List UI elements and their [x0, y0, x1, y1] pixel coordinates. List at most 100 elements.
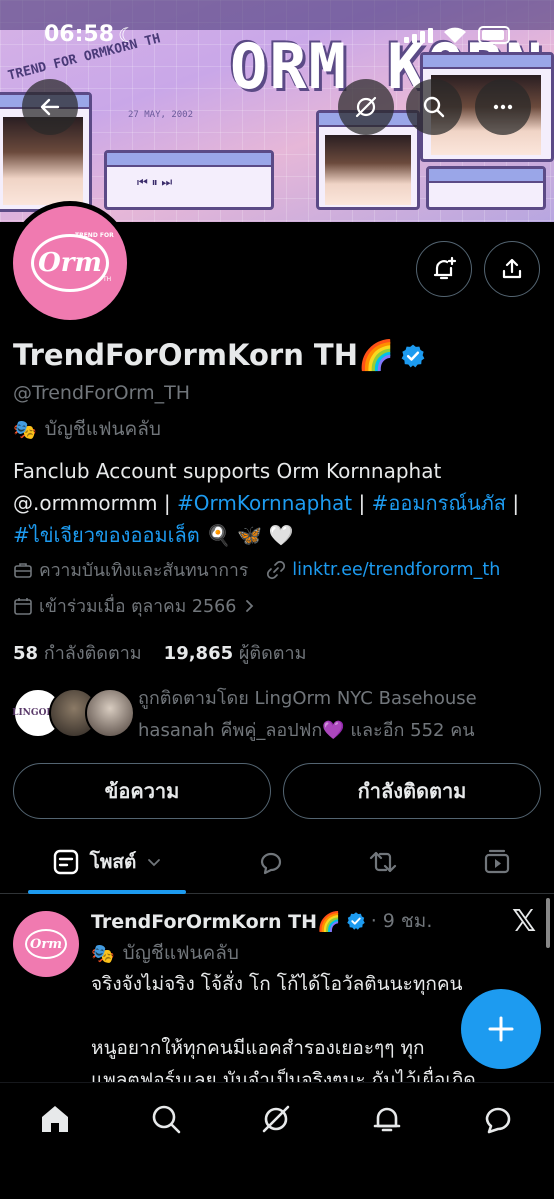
post-affiliation[interactable]: 🎭 บัญชีแฟนคลับ: [91, 938, 239, 968]
post-avatar-logo: Orm: [25, 929, 67, 959]
followers-label: ผู้ติดตาม: [238, 643, 307, 664]
media-icon: [484, 849, 510, 874]
followed-by-line2: hasanah คีพคู่_ลอปฟก💜 และอีก 552 คน: [138, 720, 475, 741]
compose-post-button[interactable]: [461, 989, 541, 1069]
hashtag-ormkornnaphat[interactable]: #OrmKornnaphat: [177, 491, 352, 515]
tab-media[interactable]: [462, 830, 532, 894]
hashtag-thai-name[interactable]: #ออมกรณ์นภัส: [372, 491, 506, 515]
followed-avatar-3: [85, 688, 135, 738]
grok-icon: [355, 96, 377, 118]
post-author-name[interactable]: TrendForOrmKorn TH🌈: [91, 910, 341, 933]
notifications-toggle-button[interactable]: [416, 241, 472, 297]
scrollbar[interactable]: [546, 898, 550, 948]
more-button[interactable]: [475, 79, 531, 135]
avatar-logo-top: TREND FOR: [75, 232, 114, 239]
profile-avatar[interactable]: TREND FOR Orm TH: [8, 201, 132, 325]
back-button[interactable]: [22, 79, 78, 135]
arrow-left-icon: [40, 98, 60, 116]
briefcase-icon: [14, 563, 32, 578]
moon-icon: ☾: [118, 23, 136, 47]
profile-bio: Fanclub Account supports Orm Kornnaphat …: [13, 455, 543, 551]
masks-icon: 🎭: [13, 418, 37, 441]
hashtag-omelette[interactable]: #ไข่เจียวของออมเล็ต: [13, 523, 200, 547]
bio-line2: @.ormmormm | #OrmKornnaphat | #ออมกรณ์นภ…: [13, 487, 543, 519]
follow-counts: 58 กำลังติดตาม 19,865 ผู้ติดตาม: [13, 638, 306, 667]
more-dots-icon: [493, 104, 513, 110]
reply-bubble-icon: [260, 852, 282, 875]
nav-messages[interactable]: [478, 1099, 518, 1139]
banner-player-window: ⏮ ⏸ ⏭: [104, 150, 274, 210]
tab-active-indicator: [28, 890, 186, 894]
followed-by-line1: ถูกติดตามโดย LingOrm NYC Basehouse: [138, 688, 477, 709]
repost-icon: [369, 851, 397, 873]
search-button[interactable]: [406, 79, 462, 135]
profile-joined: เข้าร่วมเมื่อ ตุลาคม 2566: [39, 597, 237, 617]
x-logo-icon: 𝕏: [512, 904, 537, 939]
following-count: 58: [13, 643, 39, 664]
share-button[interactable]: [484, 241, 540, 297]
followers-stat[interactable]: 19,865 ผู้ติดตาม: [164, 638, 307, 667]
banner-date: 27 MAY, 2002: [128, 110, 194, 120]
tab-replies[interactable]: [236, 830, 306, 894]
post-affiliation-label: บัญชีแฟนคลับ: [122, 942, 239, 964]
bell-icon: [373, 1107, 401, 1132]
grok-button[interactable]: [338, 79, 394, 135]
tab-posts-label: โพสต์: [89, 851, 137, 873]
verified-badge-icon[interactable]: [400, 343, 426, 369]
bio-line3: #ไข่เจียวของออมเล็ต 🍳 🦋 🤍: [13, 519, 543, 551]
bell-plus-icon: [433, 256, 457, 280]
following-button[interactable]: กำลังติดตาม: [283, 763, 541, 819]
bio-separator-2: |: [506, 491, 520, 515]
followers-count: 19,865: [163, 643, 234, 664]
post-author-avatar[interactable]: Orm: [13, 911, 79, 977]
posts-tab-icon: [53, 849, 78, 875]
search-icon: [152, 1105, 181, 1134]
message-button[interactable]: ข้อความ: [13, 763, 271, 819]
link-icon: [267, 560, 286, 580]
followed-by-avatars[interactable]: LINGORM: [12, 688, 135, 740]
wifi-icon: [444, 27, 466, 43]
tab-posts[interactable]: โพสต์: [28, 830, 186, 894]
profile-meta-row: ความบันเทิงและสันทนาการ linktr.ee/trendf…: [13, 556, 500, 584]
post-time[interactable]: · 9 ชม.: [371, 906, 433, 936]
plus-icon: [488, 1016, 514, 1042]
fanclub-affiliation[interactable]: 🎭 บัญชีแฟนคลับ: [13, 414, 161, 444]
verified-badge-icon: [346, 912, 365, 930]
banner-player-controls: ⏮ ⏸ ⏭: [137, 175, 173, 189]
home-icon: [42, 1106, 68, 1132]
nav-search[interactable]: [146, 1099, 186, 1139]
masks-icon: 🎭: [91, 942, 115, 965]
fanclub-label: บัญชีแฟนคลับ: [44, 418, 161, 440]
profile-joined-row[interactable]: เข้าร่วมเมื่อ ตุลาคม 2566: [13, 592, 256, 620]
bio-emoji: 🍳 🦋 🤍: [199, 523, 294, 547]
status-bar: 06:58 ☾: [0, 20, 554, 52]
chevron-right-icon: [246, 600, 254, 612]
profile-tabs: โพสต์: [0, 830, 554, 894]
nav-notifications[interactable]: [367, 1099, 407, 1139]
profile-handle: @TrendForOrm_TH: [13, 382, 191, 404]
profile-website-link[interactable]: linktr.ee/trendfororm_th: [292, 560, 500, 580]
signal-icon: [404, 28, 433, 43]
avatar-logo-th: TH: [103, 276, 112, 283]
message-bubble-icon: [485, 1107, 511, 1134]
calendar-icon: [14, 598, 32, 615]
post-header: TrendForOrmKorn TH🌈 · 9 ชม.: [91, 906, 432, 936]
nav-home[interactable]: [35, 1099, 75, 1139]
bio-separator: |: [352, 491, 372, 515]
share-icon: [502, 258, 522, 279]
nav-grok[interactable]: [256, 1099, 296, 1139]
bio-mention: @.ormmormm |: [13, 491, 177, 515]
banner-player-window-right: [426, 166, 546, 210]
profile-category: ความบันเทิงและสันทนาการ: [39, 561, 249, 581]
followed-by-text[interactable]: ถูกติดตามโดย LingOrm NYC Basehouse hasan…: [138, 683, 548, 747]
tab-reposts[interactable]: [348, 830, 418, 894]
chevron-down-icon: [148, 859, 161, 867]
battery-icon: [478, 26, 510, 44]
bottom-navigation: [0, 1082, 554, 1199]
status-time: 06:58: [44, 22, 115, 47]
following-label: กำลังติดตาม: [43, 643, 142, 664]
grok-icon: [262, 1105, 290, 1133]
following-stat[interactable]: 58 กำลังติดตาม: [13, 638, 142, 667]
profile-name-text: TrendForOrmKorn TH🌈: [13, 338, 395, 372]
search-icon: [423, 96, 445, 118]
